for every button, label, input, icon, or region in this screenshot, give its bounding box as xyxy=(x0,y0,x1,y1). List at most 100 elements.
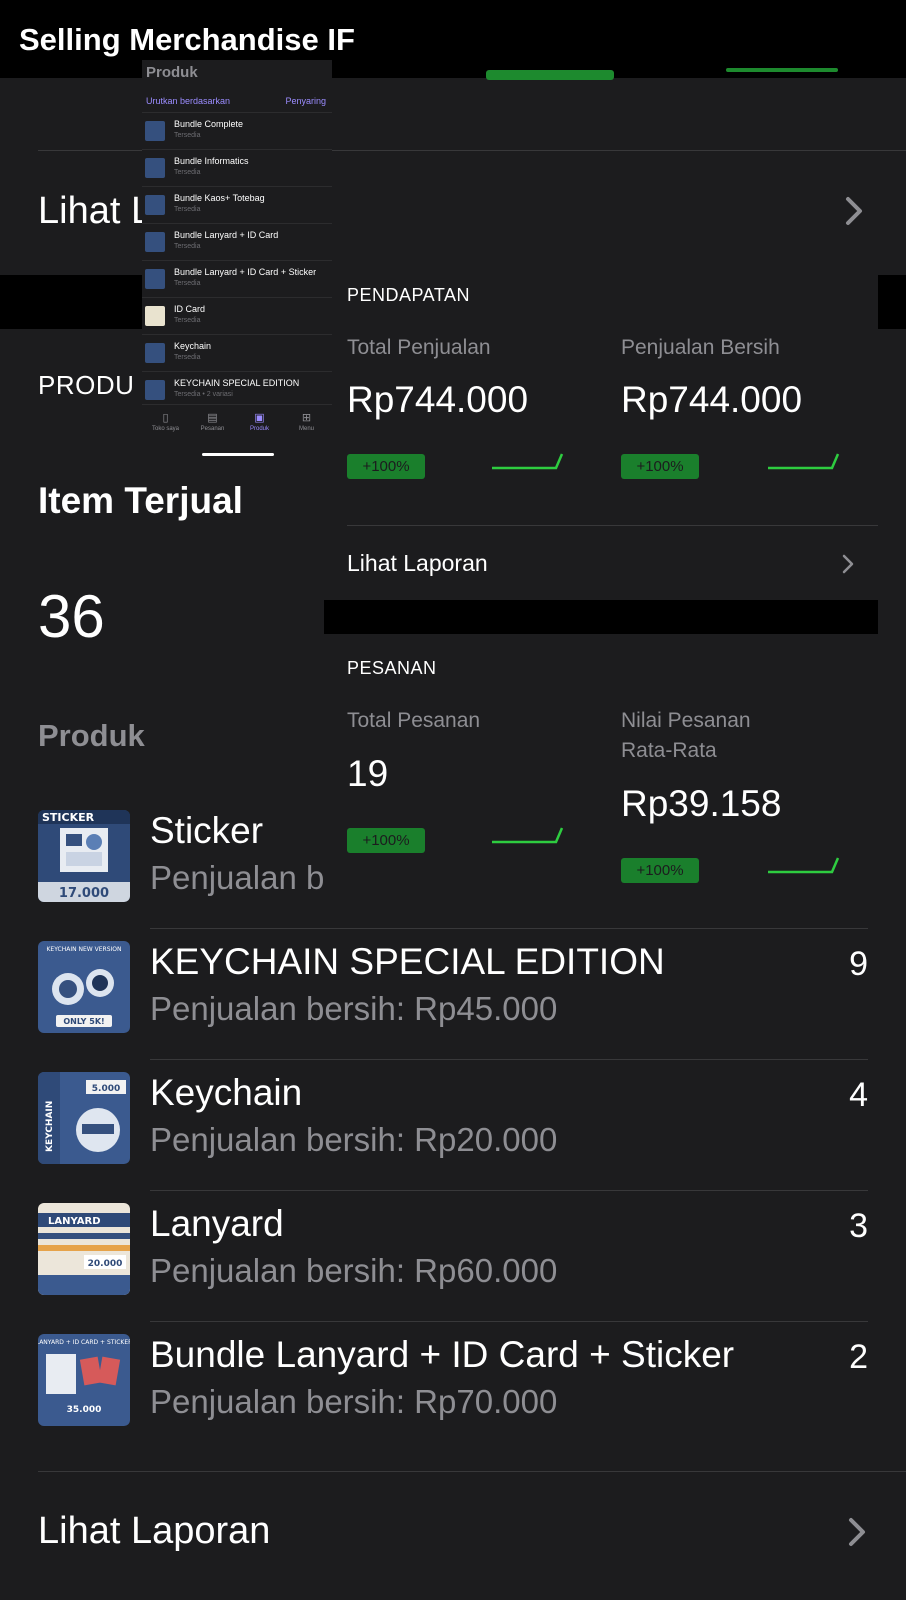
mini-list-item[interactable]: KEYCHAIN SPECIAL EDITION Tersedia • 2 va… xyxy=(142,371,332,408)
net-sales-change-badge: +100% xyxy=(621,454,699,479)
analytics-panel: PENDAPATAN Total Penjualan Rp744.000 +10… xyxy=(324,273,878,888)
mini-list-item[interactable]: Bundle Informatics Tersedia xyxy=(142,149,332,186)
divider xyxy=(347,525,878,526)
tab-pesanan[interactable]: ▤ Pesanan xyxy=(189,411,236,432)
product-net-sales: Penjualan bersih: Rp70.000 xyxy=(150,1383,558,1420)
svg-text:LANYARD: LANYARD xyxy=(48,1216,101,1227)
keychain-special-thumbnail: KEYCHAIN NEW VERSION ONLY 5K! xyxy=(38,941,130,1033)
mini-item-status: Tersedia xyxy=(174,317,201,324)
view-report-link-partial[interactable]: Lihat L xyxy=(38,190,152,233)
total-sales-sparkline xyxy=(492,453,564,470)
products-label: Produk xyxy=(38,718,145,753)
bar-chart-icon: ▯ xyxy=(162,412,169,424)
chevron-right-icon xyxy=(845,196,863,231)
divider xyxy=(38,1471,906,1472)
filter-button[interactable]: Penyaring xyxy=(285,96,326,106)
revenue-section-title: PENDAPATAN xyxy=(347,285,471,305)
sparkline-fragment xyxy=(726,68,838,72)
product-list-screenshot: Produk Urutkan berdasarkan Penyaring Bun… xyxy=(142,60,332,456)
tab-produk[interactable]: ▣ Produk xyxy=(236,411,283,432)
total-orders-change-badge: +100% xyxy=(347,828,425,853)
mini-list-item[interactable]: Keychain Tersedia xyxy=(142,334,332,371)
mini-item-name: ID Card xyxy=(174,304,206,314)
items-sold-count: 36 xyxy=(38,583,105,650)
mini-item-name: KEYCHAIN SPECIAL EDITION xyxy=(174,378,300,388)
background-panel xyxy=(0,78,906,273)
lanyard-thumbnail: LANYARD 20.000 xyxy=(38,1203,130,1295)
orders-icon: ▤ xyxy=(207,412,218,424)
window-title: Selling Merchandise IF xyxy=(19,22,355,57)
product-thumbnail xyxy=(145,343,165,363)
mini-list-item[interactable]: ID Card Tersedia xyxy=(142,297,332,334)
sticker-thumbnail: STICKER 17.000 xyxy=(38,810,130,902)
products-section-header: PRODU xyxy=(38,370,135,400)
product-row[interactable]: LANYARD + ID CARD + STICKER 35.000 Bundl… xyxy=(0,1334,906,1466)
avg-order-value: Rp39.158 xyxy=(621,783,782,824)
mini-item-name: Bundle Complete xyxy=(174,119,244,129)
total-orders-label: Total Pesanan xyxy=(347,709,481,732)
mini-item-name: Bundle Lanyard + ID Card xyxy=(174,230,279,240)
avg-order-label-line2: Rata-Rata xyxy=(621,739,717,762)
total-sales-value: Rp744.000 xyxy=(347,379,529,420)
product-thumbnail xyxy=(145,380,165,400)
mini-item-status: Tersedia xyxy=(174,280,201,287)
net-sales-sparkline xyxy=(768,453,840,470)
tab-toko-saya[interactable]: ▯ Toko saya xyxy=(142,411,189,432)
svg-text:35.000: 35.000 xyxy=(67,1405,102,1415)
mini-list-item[interactable]: Bundle Lanyard + ID Card + Sticker Terse… xyxy=(142,260,332,297)
tab-menu[interactable]: ⊞ Menu xyxy=(283,411,330,432)
mini-page-title: Produk xyxy=(146,64,198,81)
product-net-sales: Penjualan bersih: Rp20.000 xyxy=(150,1121,558,1158)
view-report-link[interactable]: Lihat Laporan xyxy=(347,550,488,577)
product-name: Sticker xyxy=(150,810,264,851)
product-row[interactable]: KEYCHAIN NEW VERSION ONLY 5K! KEYCHAIN S… xyxy=(0,941,906,1073)
svg-text:ONLY 5K!: ONLY 5K! xyxy=(63,1017,104,1026)
product-name: KEYCHAIN SPECIAL EDITION xyxy=(150,941,665,982)
product-row[interactable]: LANYARD 20.000 Lanyard Penjualan bersih:… xyxy=(0,1203,906,1335)
svg-text:KEYCHAIN NEW VERSION: KEYCHAIN NEW VERSION xyxy=(46,946,121,953)
product-thumbnail xyxy=(145,158,165,178)
mini-item-name: Bundle Lanyard + ID Card + Sticker xyxy=(174,267,317,277)
svg-text:17.000: 17.000 xyxy=(59,886,109,901)
svg-text:20.000: 20.000 xyxy=(88,1259,123,1269)
mini-list-item[interactable]: Bundle Complete Tersedia xyxy=(142,112,332,149)
orders-section-title: PESANAN xyxy=(347,658,437,678)
mini-list-item[interactable]: Bundle Kaos+ Totebag Tersedia xyxy=(142,186,332,223)
view-report-link[interactable]: Lihat Laporan xyxy=(38,1510,270,1553)
chevron-right-icon xyxy=(848,1517,866,1552)
svg-text:LANYARD + ID CARD + STICKER: LANYARD + ID CARD + STICKER xyxy=(38,1339,130,1346)
mini-item-status: Tersedia • 2 variasi xyxy=(174,391,233,398)
product-name: Bundle Lanyard + ID Card + Sticker xyxy=(150,1334,735,1375)
product-quantity: 4 xyxy=(849,1076,868,1114)
total-orders-value: 19 xyxy=(347,753,389,794)
box-icon: ▣ xyxy=(254,412,265,424)
sort-button[interactable]: Urutkan berdasarkan xyxy=(146,96,230,106)
row-separator xyxy=(150,1190,868,1191)
mini-list-item[interactable]: Bundle Lanyard + ID Card Tersedia xyxy=(142,223,332,260)
row-separator xyxy=(150,1321,868,1322)
product-quantity: 2 xyxy=(849,1338,868,1376)
avg-order-sparkline xyxy=(768,857,840,874)
net-sales-value: Rp744.000 xyxy=(621,379,803,420)
product-thumbnail xyxy=(145,269,165,289)
mini-item-status: Tersedia xyxy=(174,132,201,139)
total-sales-change-badge: +100% xyxy=(347,454,425,479)
row-separator xyxy=(150,928,868,929)
chevron-right-icon xyxy=(842,554,854,579)
mini-item-name: Keychain xyxy=(174,341,212,351)
product-thumbnail xyxy=(145,232,165,252)
section-gap xyxy=(324,600,878,634)
net-sales-label: Penjualan Bersih xyxy=(621,336,780,359)
svg-text:KEYCHAIN: KEYCHAIN xyxy=(45,1101,55,1152)
product-row[interactable]: KEYCHAIN 5.000 Keychain Penjualan bersih… xyxy=(0,1072,906,1204)
product-name: Lanyard xyxy=(150,1203,284,1244)
total-sales-label: Total Penjualan xyxy=(347,336,491,359)
mini-item-name: Bundle Informatics xyxy=(174,156,249,166)
avg-order-label-line1: Nilai Pesanan xyxy=(621,709,751,732)
product-name: Keychain xyxy=(150,1072,303,1113)
row-separator xyxy=(150,1059,868,1060)
mini-item-status: Tersedia xyxy=(174,169,201,176)
svg-text:5.000: 5.000 xyxy=(92,1084,120,1094)
mini-item-status: Tersedia xyxy=(174,354,201,361)
keychain-thumbnail: KEYCHAIN 5.000 xyxy=(38,1072,130,1164)
